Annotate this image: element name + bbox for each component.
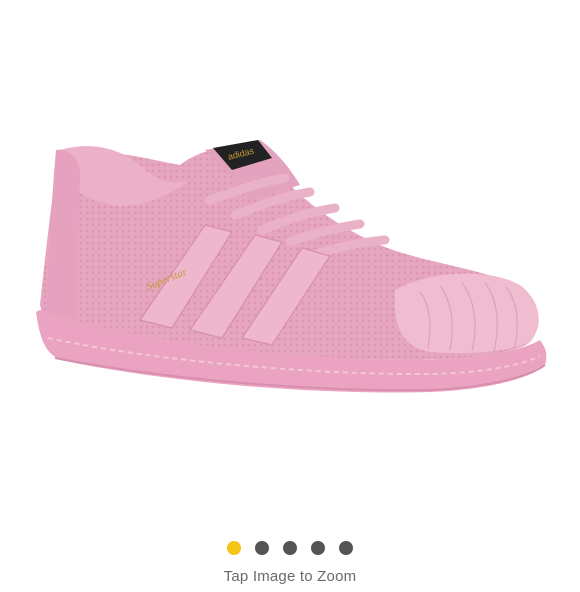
- product-image[interactable]: adidas Superstar: [0, 0, 580, 520]
- sneaker-illustration: adidas Superstar: [36, 140, 547, 393]
- carousel-dot-5[interactable]: [339, 541, 353, 555]
- zoom-hint: Tap Image to Zoom: [223, 568, 357, 585]
- heel-tab: [46, 149, 80, 322]
- carousel-dot-1[interactable]: [227, 541, 241, 555]
- carousel-dot-3[interactable]: [283, 541, 297, 555]
- carousel-dot-2[interactable]: [255, 541, 269, 555]
- product-gallery: adidas Superstar Tap Image to Zoom: [0, 0, 580, 585]
- carousel-dot-4[interactable]: [311, 541, 325, 555]
- carousel-indicator: [0, 540, 580, 556]
